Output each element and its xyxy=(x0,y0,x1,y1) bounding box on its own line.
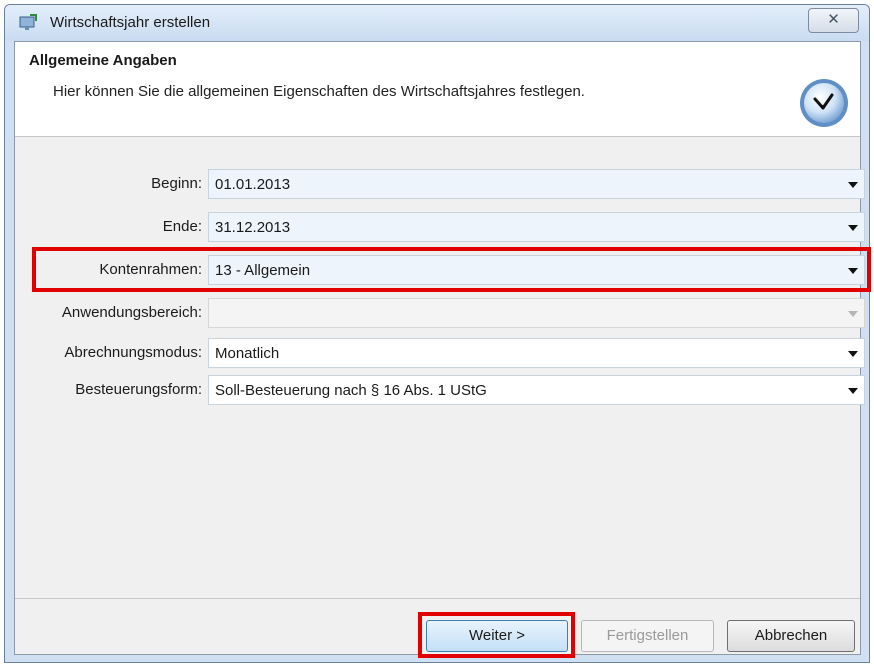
row-besteuerungsform: Besteuerungsform: Soll-Besteuerung nach … xyxy=(15,375,865,405)
dialog-client: Allgemeine Angaben Hier können Sie die a… xyxy=(14,41,871,658)
anwendungsbereich-label: Anwendungsbereich: xyxy=(61,304,202,321)
chevron-down-icon[interactable] xyxy=(848,351,858,357)
header-title: Allgemeine Angaben xyxy=(29,52,177,69)
ende-label: Ende: xyxy=(162,218,202,235)
chevron-down-icon[interactable] xyxy=(848,388,858,394)
chevron-down-icon[interactable] xyxy=(848,182,858,188)
header-description: Hier können Sie die allgemeinen Eigensch… xyxy=(53,83,585,100)
row-ende: Ende: 31.12.2013 xyxy=(15,212,865,242)
besteuerungsform-combobox[interactable]: Soll-Besteuerung nach § 16 Abs. 1 UStG xyxy=(208,375,865,405)
abrechnungsmodus-label: Abrechnungsmodus: xyxy=(64,344,202,361)
clock-icon xyxy=(800,79,848,127)
wizard-header: Allgemeine Angaben Hier können Sie die a… xyxy=(15,42,860,137)
row-abrechnungsmodus: Abrechnungsmodus: Monatlich xyxy=(15,338,865,368)
highlight-box-kontenrahmen xyxy=(32,247,871,292)
row-beginn: Beginn: 01.01.2013 xyxy=(15,169,865,199)
chevron-down-icon[interactable] xyxy=(848,225,858,231)
besteuerungsform-label: Besteuerungsform: xyxy=(75,381,202,398)
abbrechen-button[interactable]: Abbrechen xyxy=(727,620,855,652)
dialog-window: Wirtschaftsjahr erstellen ✕ Allgemeine A… xyxy=(4,4,871,663)
beginn-label: Beginn: xyxy=(151,175,202,192)
ende-combobox[interactable]: 31.12.2013 xyxy=(208,212,865,242)
title-bar[interactable]: Wirtschaftsjahr erstellen ✕ xyxy=(5,5,869,41)
beginn-combobox[interactable]: 01.01.2013 xyxy=(208,169,865,199)
fertigstellen-button: Fertigstellen xyxy=(581,620,714,652)
besteuerungsform-value: Soll-Besteuerung nach § 16 Abs. 1 UStG xyxy=(215,382,487,399)
ende-value: 31.12.2013 xyxy=(215,219,291,236)
close-button[interactable]: ✕ xyxy=(808,8,859,33)
abrechnungsmodus-combobox[interactable]: Monatlich xyxy=(208,338,865,368)
row-anwendungsbereich: Anwendungsbereich: xyxy=(15,298,865,328)
anwendungsbereich-combobox xyxy=(208,298,865,328)
chevron-down-icon xyxy=(848,311,858,317)
close-icon: ✕ xyxy=(827,11,840,28)
abrechnungsmodus-value: Monatlich xyxy=(215,345,280,362)
beginn-value: 01.01.2013 xyxy=(215,176,291,193)
app-icon xyxy=(19,14,37,30)
highlight-box-weiter xyxy=(418,612,575,658)
footer-separator xyxy=(15,598,860,599)
window-title: Wirtschaftsjahr erstellen xyxy=(50,14,211,31)
